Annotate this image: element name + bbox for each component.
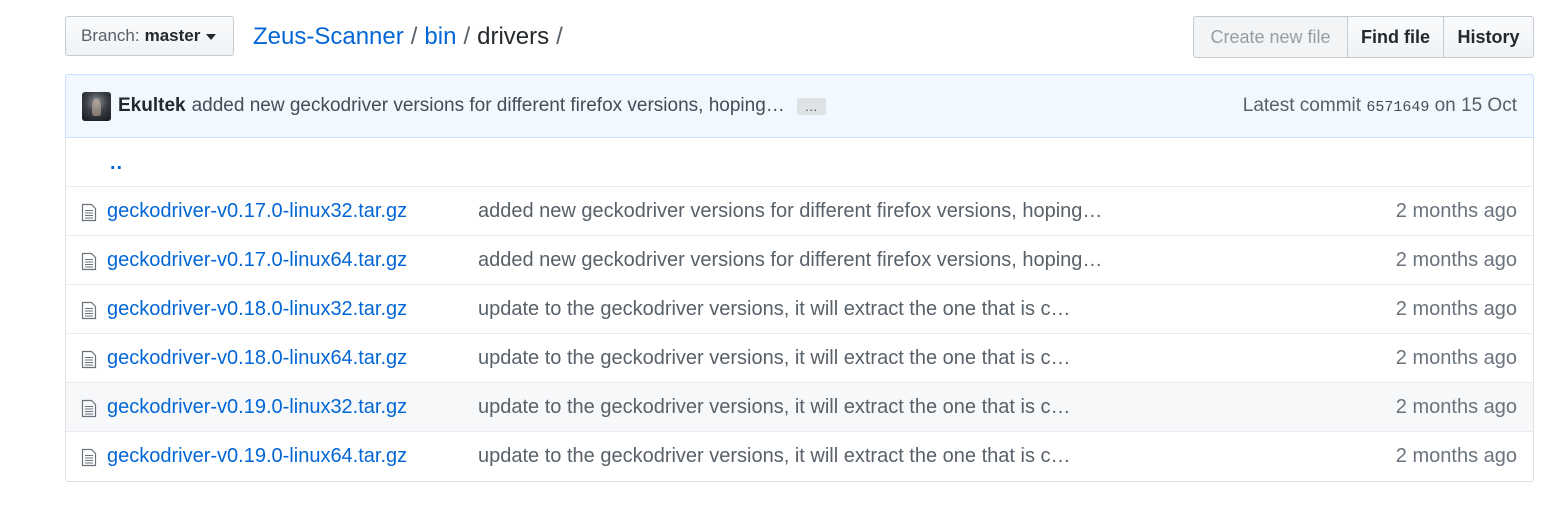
file-age: 2 months ago xyxy=(1395,298,1517,320)
file-commit-message[interactable]: update to the geckodriver versions, it w… xyxy=(478,298,1071,321)
file-name-link[interactable]: geckodriver-v0.19.0-linux32.tar.gz xyxy=(107,396,407,419)
file-age: 2 months ago xyxy=(1395,249,1517,271)
file-commit-message[interactable]: added new geckodriver versions for diffe… xyxy=(478,200,1102,223)
commit-message[interactable]: added new geckodriver versions for diffe… xyxy=(192,95,785,117)
file-commit-message[interactable]: update to the geckodriver versions, it w… xyxy=(478,396,1071,419)
parent-directory-link[interactable]: .. xyxy=(110,152,123,175)
file-name-link[interactable]: geckodriver-v0.18.0-linux64.tar.gz xyxy=(107,347,407,370)
file-name-link[interactable]: geckodriver-v0.17.0-linux32.tar.gz xyxy=(107,200,407,223)
parent-directory-row: .. xyxy=(66,138,1533,187)
latest-commit-info: Latest commit 6571649 on 15 Oct xyxy=(1243,95,1517,117)
breadcrumb-separator: / xyxy=(410,23,418,50)
file-age: 2 months ago xyxy=(1395,347,1517,369)
file-row: geckodriver-v0.18.0-linux64.tar.gz updat… xyxy=(66,334,1533,383)
commit-sha-link[interactable]: 6571649 xyxy=(1366,99,1429,116)
commit-author[interactable]: Ekultek xyxy=(118,95,186,117)
file-actions: Create new file Find file History xyxy=(1193,16,1534,58)
file-age: 2 months ago xyxy=(1395,396,1517,418)
file-icon xyxy=(81,350,97,369)
file-list: .. geckodriver-v0.17.0-linux32.tar.gz ad… xyxy=(65,138,1534,482)
caret-down-icon xyxy=(206,34,217,40)
breadcrumb-bin-link[interactable]: bin xyxy=(424,23,456,50)
file-row: geckodriver-v0.17.0-linux32.tar.gz added… xyxy=(66,187,1533,236)
branch-name: master xyxy=(144,26,201,45)
file-row: geckodriver-v0.17.0-linux64.tar.gz added… xyxy=(66,236,1533,285)
branch-prefix: Branch: xyxy=(81,26,140,45)
file-row: geckodriver-v0.19.0-linux64.tar.gz updat… xyxy=(66,432,1533,481)
history-button[interactable]: History xyxy=(1443,16,1534,58)
file-row: geckodriver-v0.19.0-linux32.tar.gz updat… xyxy=(66,383,1533,432)
file-age: 2 months ago xyxy=(1395,445,1517,467)
commit-date: on 15 Oct xyxy=(1434,95,1517,116)
file-name-link[interactable]: geckodriver-v0.17.0-linux64.tar.gz xyxy=(107,249,407,272)
file-icon xyxy=(81,399,97,418)
breadcrumb-separator: / xyxy=(463,23,471,50)
file-icon xyxy=(81,252,97,271)
file-name-link[interactable]: geckodriver-v0.19.0-linux64.tar.gz xyxy=(107,445,407,468)
file-name-link[interactable]: geckodriver-v0.18.0-linux32.tar.gz xyxy=(107,298,407,321)
branch-select-button[interactable]: Branch: master xyxy=(65,16,234,56)
file-icon xyxy=(81,203,97,222)
breadcrumb-repo-link[interactable]: Zeus-Scanner xyxy=(253,23,404,50)
latest-commit-label: Latest commit xyxy=(1242,95,1362,116)
file-icon xyxy=(81,448,97,467)
latest-commit-bar: Ekultek added new geckodriver versions f… xyxy=(65,74,1534,138)
file-commit-message[interactable]: update to the geckodriver versions, it w… xyxy=(478,347,1071,370)
breadcrumb: Zeus-Scanner / bin / drivers / xyxy=(253,22,570,52)
breadcrumb-current: drivers xyxy=(477,23,550,50)
find-file-button[interactable]: Find file xyxy=(1347,16,1444,58)
breadcrumb-separator: / xyxy=(556,23,563,50)
file-commit-message[interactable]: added new geckodriver versions for diffe… xyxy=(478,249,1102,272)
file-row: geckodriver-v0.18.0-linux32.tar.gz updat… xyxy=(66,285,1533,334)
file-commit-message[interactable]: update to the geckodriver versions, it w… xyxy=(478,445,1071,468)
avatar[interactable] xyxy=(82,91,111,121)
expand-commit-button[interactable]: … xyxy=(796,97,826,115)
file-age: 2 months ago xyxy=(1395,200,1517,222)
create-new-file-button[interactable]: Create new file xyxy=(1193,16,1348,58)
file-icon xyxy=(81,301,97,320)
